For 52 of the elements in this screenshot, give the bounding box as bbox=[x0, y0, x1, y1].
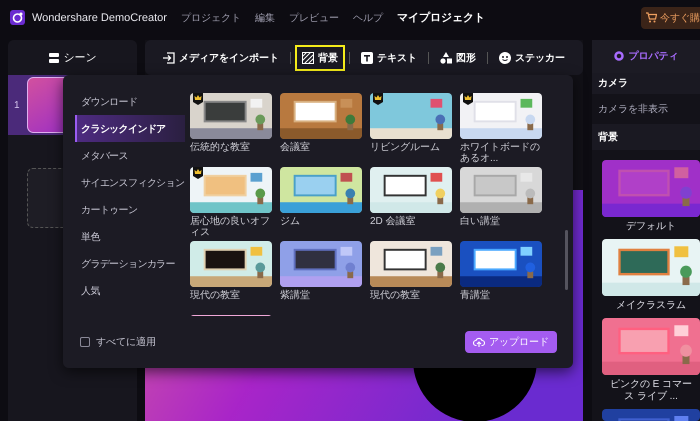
checkbox[interactable] bbox=[80, 337, 90, 347]
background-name: 現代の教室 bbox=[370, 288, 421, 303]
background-name: 白い講堂 bbox=[460, 214, 501, 229]
cloud-upload-icon bbox=[473, 336, 485, 348]
background-name: メイクラスラム bbox=[615, 299, 687, 313]
category-item[interactable]: 人気 bbox=[75, 277, 185, 304]
toolbar-tab[interactable]: 図形 bbox=[433, 44, 483, 70]
properties-icon bbox=[614, 51, 624, 62]
menu-item[interactable]: ヘルプ bbox=[352, 10, 383, 24]
section-title: カメラ bbox=[592, 72, 700, 94]
panel-title: シーン bbox=[64, 51, 96, 65]
background-name: 伝統的な教室 bbox=[190, 140, 251, 155]
background-name: 青講堂 bbox=[460, 288, 491, 303]
background-name: ジム bbox=[280, 215, 301, 229]
background-name: ホワイトボードのあるオ... bbox=[460, 141, 541, 164]
app-name: Wondershare DemoCreator bbox=[32, 12, 167, 24]
category-item[interactable]: サイエンスフィクション bbox=[75, 169, 185, 196]
section-title: 背景 bbox=[592, 124, 700, 150]
upload-button[interactable]: アップロード bbox=[465, 331, 557, 353]
background-name: デフォルト bbox=[625, 220, 677, 234]
text-icon bbox=[361, 52, 373, 64]
menu-item[interactable]: プロジェクト bbox=[180, 10, 241, 24]
toolbar-tab[interactable]: ステッカー bbox=[492, 44, 572, 70]
background-name: 紫講堂 bbox=[280, 288, 311, 303]
logo-icon bbox=[10, 10, 25, 25]
background-name: 居心地の良いオフィス bbox=[190, 214, 271, 238]
background-name: ピンクの E コマース ライブ ... bbox=[608, 378, 694, 404]
toolbar-tab[interactable]: テキスト bbox=[354, 44, 424, 70]
import-icon bbox=[163, 52, 175, 64]
checkbox-label: すべてに適用 bbox=[96, 336, 156, 349]
menu-item[interactable]: 編集 bbox=[254, 10, 275, 24]
category-item[interactable]: メタバース bbox=[75, 142, 185, 169]
category-item[interactable]: クラシックインドア bbox=[75, 115, 185, 142]
background-name: 2D 会議室 bbox=[370, 214, 417, 229]
scrollbar[interactable] bbox=[565, 230, 568, 290]
background-name: リビングルーム bbox=[370, 141, 441, 155]
hide-camera-option[interactable]: カメラを非表示 bbox=[592, 94, 700, 124]
shapes-icon bbox=[440, 52, 452, 64]
background-name: 現代の教室 bbox=[190, 288, 241, 303]
smiley-icon bbox=[499, 52, 511, 64]
buy-button[interactable]: 今すぐ購 bbox=[641, 6, 700, 28]
menu-item[interactable]: プレビュー bbox=[288, 10, 339, 24]
category-item[interactable]: 単色 bbox=[75, 223, 185, 250]
toolbar-tab[interactable]: メディアをインポート bbox=[156, 44, 286, 70]
background-name: 会議室 bbox=[280, 140, 311, 155]
category-item[interactable]: グラデーションカラー bbox=[75, 250, 185, 277]
cart-icon bbox=[646, 12, 657, 23]
category-item[interactable]: カートゥーン bbox=[75, 196, 185, 223]
toolbar-tab[interactable]: 背景 bbox=[295, 44, 345, 70]
layers-icon bbox=[48, 52, 58, 62]
project-title: マイプロジェクト bbox=[396, 10, 485, 25]
category-item[interactable]: ダウンロード bbox=[75, 88, 185, 115]
